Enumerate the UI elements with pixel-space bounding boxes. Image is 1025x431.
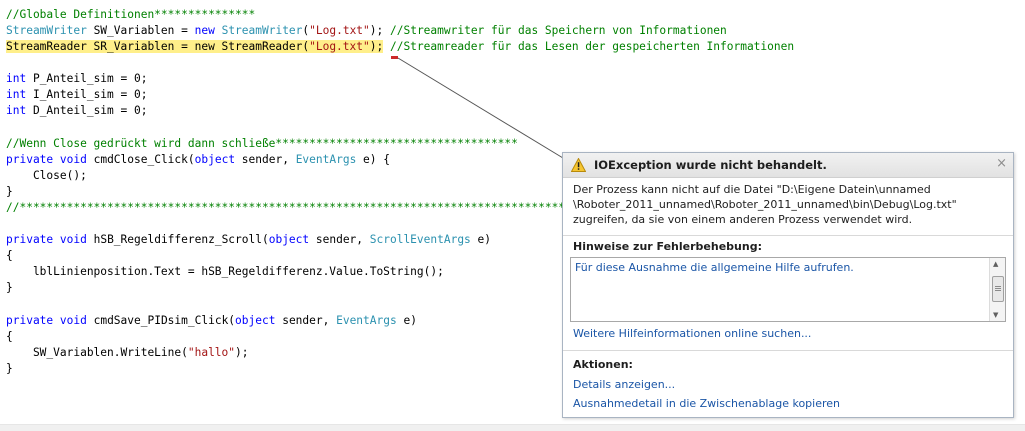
online-help-link[interactable]: Weitere Hilfeinformationen online suchen… (573, 327, 811, 340)
exception-message: Der Prozess kann nicht auf die Datei "D:… (573, 183, 957, 226)
popup-header: IOException wurde nicht behandelt. × (563, 153, 1013, 178)
scroll-down-icon[interactable]: ▼ (993, 311, 998, 319)
scroll-up-icon[interactable]: ▲ (993, 260, 998, 268)
copy-exception-link[interactable]: Ausnahmedetail in die Zwischenablage kop… (573, 397, 840, 410)
warning-icon (571, 158, 586, 172)
general-help-link[interactable]: Für diese Ausnahme die allgemeine Hilfe … (575, 261, 854, 274)
view-details-link[interactable]: Details anzeigen... (573, 378, 675, 391)
exception-assistant-popup: IOException wurde nicht behandelt. × Der… (562, 152, 1014, 418)
popup-title: IOException wurde nicht behandelt. (594, 158, 827, 172)
close-icon[interactable]: × (996, 156, 1007, 171)
actions-heading: Aktionen: (573, 358, 633, 371)
divider (563, 350, 1013, 351)
hints-list: Für diese Ausnahme die allgemeine Hilfe … (570, 257, 1006, 322)
divider (563, 235, 1013, 236)
hints-heading: Hinweise zur Fehlerbehebung: (573, 240, 762, 253)
hints-scrollbar[interactable]: ▲ ▼ (989, 258, 1005, 321)
scroll-thumb[interactable] (992, 276, 1004, 302)
